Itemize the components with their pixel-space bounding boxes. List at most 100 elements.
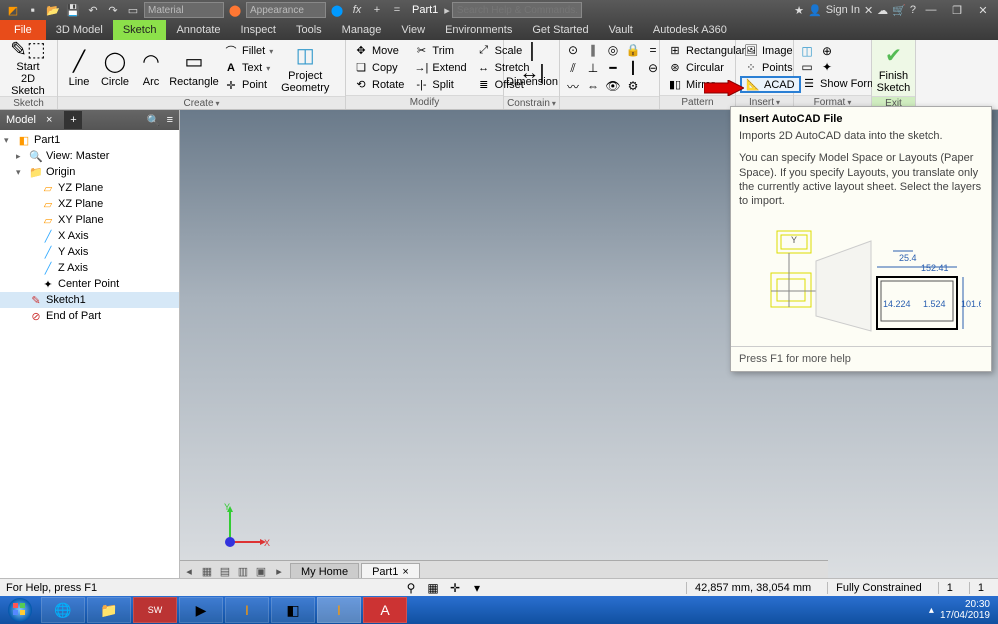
browser-search-icon[interactable]: 🔍	[147, 114, 161, 127]
insert-acad-button[interactable]: 📐ACAD	[740, 76, 801, 93]
user-icon[interactable]: 👤	[808, 4, 822, 17]
browser-add-icon[interactable]: +	[64, 111, 82, 129]
insert-image-button[interactable]: 🖼Image	[740, 42, 801, 59]
taskbar-media[interactable]: ▶	[179, 597, 223, 623]
constraint-parallel-icon[interactable]: ⫽	[564, 60, 582, 76]
status-icon4[interactable]: ▾	[468, 580, 486, 596]
app-menu-icon[interactable]: ◩	[4, 2, 22, 18]
system-tray[interactable]: ▴ 20:30 17/04/2019	[929, 599, 998, 621]
tab-sketch[interactable]: Sketch	[113, 20, 167, 40]
tray-up-icon[interactable]: ▴	[929, 605, 934, 616]
help-icon[interactable]: ?	[910, 4, 916, 16]
text-button[interactable]: AText▾	[220, 60, 277, 77]
insert-points-button[interactable]: ⁘Points	[740, 59, 801, 76]
tab-get-started[interactable]: Get Started	[522, 20, 598, 40]
construction-icon[interactable]: ◫	[798, 43, 816, 59]
status-icon2[interactable]: ▦	[424, 580, 442, 596]
taskbar-app1[interactable]: ◧	[271, 597, 315, 623]
appearance-dropdown[interactable]: Appearance	[246, 2, 326, 18]
tree-x-axis[interactable]: ╱X Axis	[0, 228, 179, 244]
rectangle-button[interactable]: ▭Rectangle	[170, 42, 218, 94]
start-2d-sketch-button[interactable]: ✎⬚ Start 2D Sketch	[4, 42, 52, 94]
taskbar-chrome[interactable]: 🌐	[41, 597, 85, 623]
constraint-coincident-icon[interactable]: ⊙	[564, 42, 582, 58]
tree-yz-plane[interactable]: ▱YZ Plane	[0, 180, 179, 196]
arc-button[interactable]: ◠Arc	[134, 42, 168, 94]
tab-inspect[interactable]: Inspect	[231, 20, 286, 40]
redo-icon[interactable]: ↷	[104, 2, 122, 18]
line-button[interactable]: ╱Line	[62, 42, 96, 94]
star-icon[interactable]: ★	[794, 4, 804, 17]
constraint-symmetric-icon[interactable]: ⇔	[584, 78, 602, 94]
taskbar-explorer[interactable]: 📁	[87, 597, 131, 623]
tab-3d-model[interactable]: 3D Model	[46, 20, 113, 40]
tab-environments[interactable]: Environments	[435, 20, 522, 40]
plus-icon[interactable]: +	[368, 2, 386, 18]
constraint-collinear-icon[interactable]: ∥	[584, 42, 602, 58]
tab-view[interactable]: View	[391, 20, 435, 40]
taskbar-adobe[interactable]: A	[363, 597, 407, 623]
equals-icon[interactable]: =	[388, 2, 406, 18]
constraint-perpendicular-icon[interactable]: ⊥	[584, 60, 602, 76]
search-input[interactable]	[452, 2, 582, 18]
taskbar-inventor2[interactable]: I	[317, 597, 361, 623]
cart-icon[interactable]: 🛒	[892, 4, 906, 17]
constraint-fix-icon[interactable]: 🔒	[624, 42, 642, 58]
start-button[interactable]	[0, 596, 40, 624]
material-dropdown[interactable]: Material	[144, 2, 224, 18]
x-icon[interactable]: ✕	[864, 4, 873, 17]
tab-vault[interactable]: Vault	[599, 20, 643, 40]
move-button[interactable]: ✥Move	[350, 42, 408, 59]
tree-z-axis[interactable]: ╱Z Axis	[0, 260, 179, 276]
constraint-settings-icon[interactable]: ⚙	[624, 78, 642, 94]
driven-dim-icon[interactable]: ▭	[798, 59, 816, 75]
dimension-button[interactable]: |↔|Dimension	[508, 42, 556, 94]
constraint-horizontal-icon[interactable]: ━	[604, 60, 622, 76]
tree-xz-plane[interactable]: ▱XZ Plane	[0, 196, 179, 212]
tree-sketch1[interactable]: ✎Sketch1	[0, 292, 179, 308]
tab-a360[interactable]: Autodesk A360	[643, 20, 737, 40]
tree-xy-plane[interactable]: ▱XY Plane	[0, 212, 179, 228]
restore-button[interactable]: ❐	[946, 2, 968, 18]
tree-center-point[interactable]: ✦Center Point	[0, 276, 179, 292]
undo-icon[interactable]: ↶	[84, 2, 102, 18]
close-tab-icon[interactable]: ×	[402, 566, 408, 578]
new-icon[interactable]: ▫️	[24, 2, 42, 18]
save-icon[interactable]: 💾	[64, 2, 82, 18]
split-button[interactable]: -|-Split	[410, 76, 470, 93]
copy-button[interactable]: ❏Copy	[350, 59, 408, 76]
color-icon[interactable]: ⬤	[328, 2, 346, 18]
extend-button[interactable]: →|Extend	[410, 59, 470, 76]
constraint-vertical-icon[interactable]: ┃	[624, 60, 642, 76]
tab-tools[interactable]: Tools	[286, 20, 332, 40]
cloud-icon[interactable]: ☁	[877, 4, 888, 17]
browser-close-icon[interactable]: ×	[46, 114, 52, 126]
select-icon[interactable]: ▭	[124, 2, 142, 18]
tree-view[interactable]: ▸🔍View: Master	[0, 148, 179, 164]
tab-file[interactable]: File	[0, 20, 46, 40]
constraint-concentric-icon[interactable]: ◎	[604, 42, 622, 58]
constraint-show-icon[interactable]: 👁	[604, 78, 622, 94]
fillet-button[interactable]: ⌒Fillet▾	[220, 43, 277, 60]
taskbar-inventor1[interactable]: I	[225, 597, 269, 623]
sign-in-link[interactable]: Sign In	[826, 4, 860, 16]
minimize-button[interactable]: —	[920, 2, 942, 18]
tab-manage[interactable]: Manage	[332, 20, 392, 40]
taskbar-solidworks[interactable]: SW	[133, 597, 177, 623]
point-button[interactable]: ✛Point	[220, 77, 277, 94]
tree-origin[interactable]: ▾📁Origin	[0, 164, 179, 180]
rotate-button[interactable]: ⟲Rotate	[350, 76, 408, 93]
tree-root[interactable]: ▾◧Part1	[0, 132, 179, 148]
constraint-smooth-icon[interactable]: 〰	[564, 78, 582, 94]
browser-menu-icon[interactable]: ≡	[167, 114, 173, 126]
centerpoint-icon[interactable]: ✦	[818, 59, 836, 75]
tree-y-axis[interactable]: ╱Y Axis	[0, 244, 179, 260]
status-tool-icons[interactable]: ⚲ ▦ ✛ ▾	[402, 580, 486, 596]
status-icon3[interactable]: ✛	[446, 580, 464, 596]
tab-annotate[interactable]: Annotate	[166, 20, 230, 40]
open-icon[interactable]: 📂	[44, 2, 62, 18]
trim-button[interactable]: ✂Trim	[410, 42, 470, 59]
finish-sketch-button[interactable]: ✔Finish Sketch	[876, 42, 911, 94]
appearance-ball-icon[interactable]: ⬤	[226, 2, 244, 18]
tree-end-of-part[interactable]: ⊘End of Part	[0, 308, 179, 324]
